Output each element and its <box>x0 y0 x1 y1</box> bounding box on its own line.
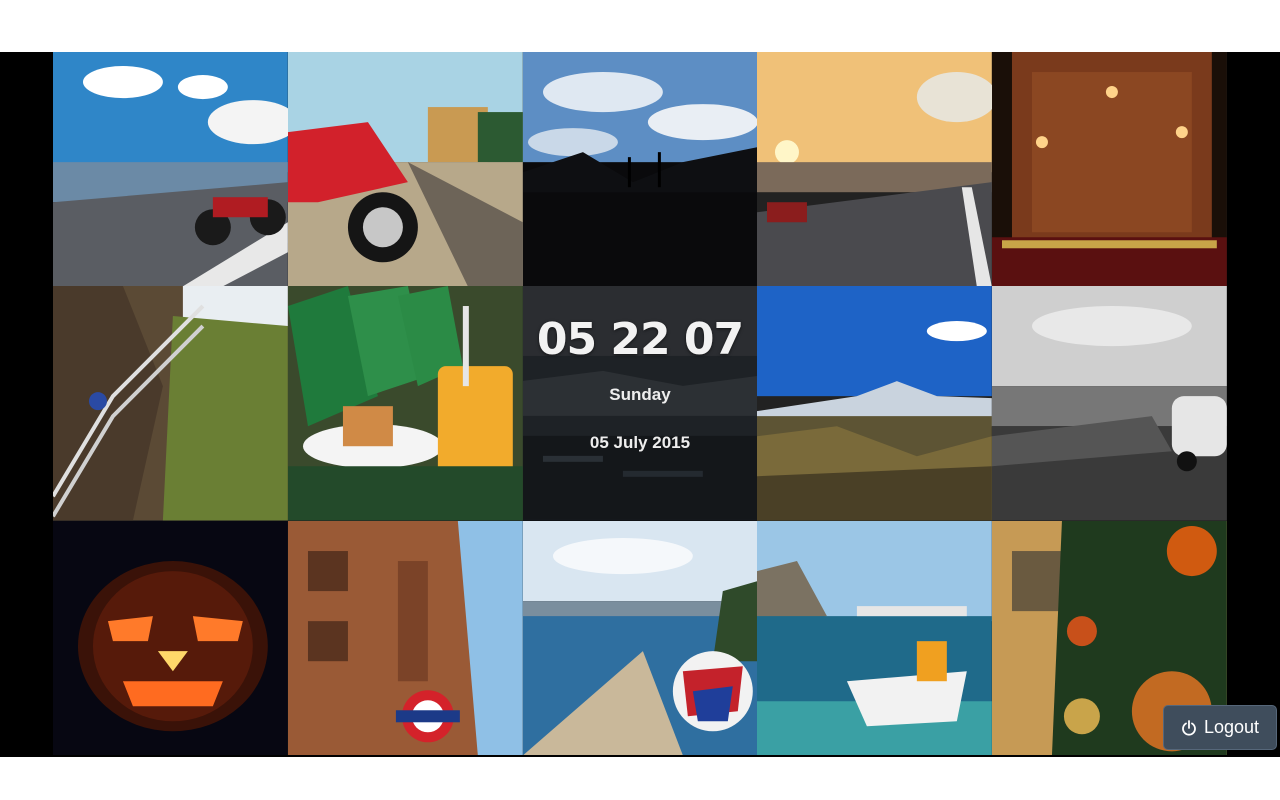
clock-day: Sunday <box>609 385 671 405</box>
photo-tile-cake-juice[interactable] <box>287 286 523 521</box>
photo-tile-mountain-valley[interactable] <box>757 286 993 521</box>
logout-label: Logout <box>1203 717 1260 737</box>
logout-button[interactable]: Logout <box>1163 705 1277 750</box>
photo-wall: 05 22 07 Sunday 05 July 2015 <box>0 52 1280 757</box>
photo-tile-rope-bridge[interactable] <box>53 286 288 521</box>
photo-tile-boat-water[interactable] <box>757 520 993 755</box>
clock-time: 05 22 07 <box>536 314 744 366</box>
clock-widget: 05 22 07 Sunday 05 July 2015 <box>522 286 758 521</box>
photo-tile-coast-helmet[interactable] <box>522 520 758 755</box>
photo-tile-pumpkin[interactable] <box>53 520 288 755</box>
photo-grid: 05 22 07 Sunday 05 July 2015 <box>53 52 1227 755</box>
photo-tile-palm-silhouette[interactable] <box>522 52 758 287</box>
power-icon <box>1182 719 1196 736</box>
photo-tile-motorcycle-mountain-road[interactable] <box>53 52 288 287</box>
clock-date: 05 July 2015 <box>589 433 691 453</box>
photo-tile-temple-bar[interactable] <box>992 52 1227 287</box>
photo-tile-harrods[interactable] <box>287 520 523 755</box>
photo-tile-motorcycle-railway[interactable] <box>287 52 523 287</box>
photo-tile-beach-fiat[interactable] <box>992 286 1227 521</box>
photo-tile-sunset-road[interactable] <box>757 52 993 287</box>
